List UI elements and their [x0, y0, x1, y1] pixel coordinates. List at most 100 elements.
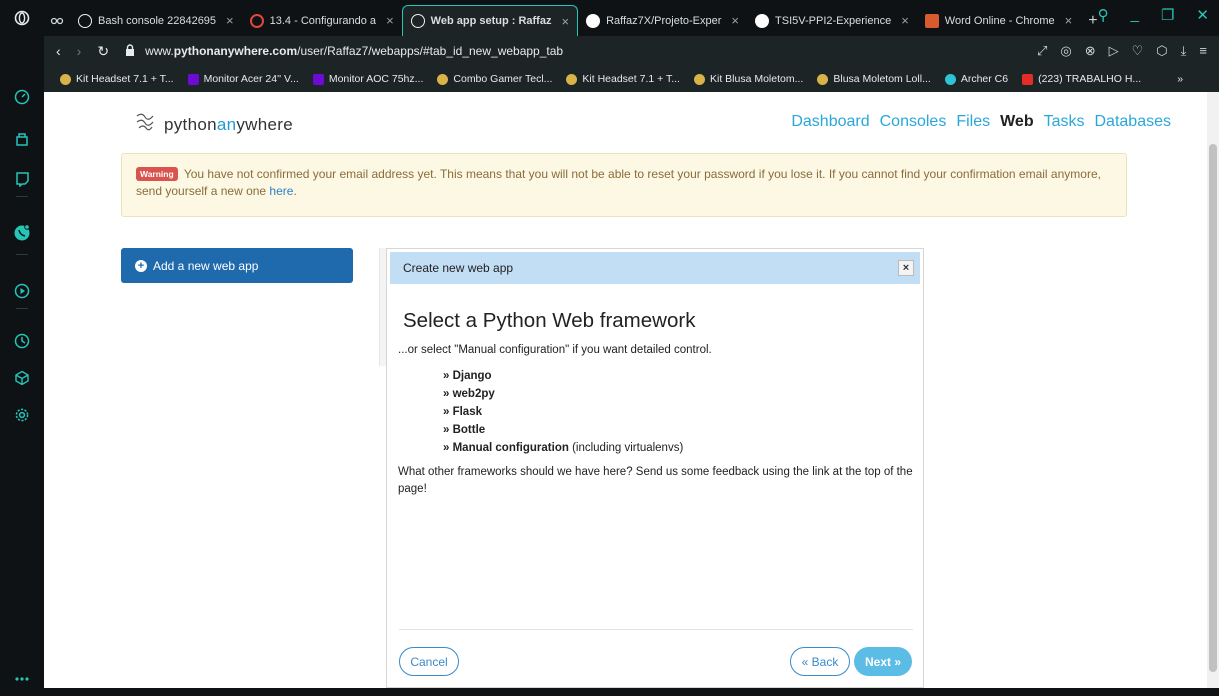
settings-gear-icon[interactable] [11, 404, 33, 426]
tab-bar: Bash console 22842695 × 13.4 - Configura… [44, 0, 1219, 36]
download-icon[interactable]: ⤓ [1181, 43, 1187, 59]
close-tab-icon[interactable]: × [561, 14, 569, 29]
camera-icon[interactable]: ◎ [1060, 43, 1071, 59]
easy-setup-icon[interactable]: ≡ [1199, 43, 1207, 59]
close-tab-icon[interactable]: × [226, 13, 234, 28]
tab-github-projeto[interactable]: Raffaz7X/Projeto-Exper × [578, 5, 747, 36]
adblock-icon[interactable]: ⊗ [1085, 43, 1096, 59]
tab-bash-console[interactable]: Bash console 22842695 × [70, 5, 242, 36]
page-scrollbar[interactable] [1207, 92, 1219, 688]
close-window-icon[interactable]: ✕ [1196, 6, 1209, 24]
close-tab-icon[interactable]: × [901, 13, 909, 28]
whatsapp-icon[interactable] [11, 222, 33, 244]
framework-option-django[interactable]: » Django [443, 367, 683, 385]
bookmark-item[interactable]: Archer C6 [944, 73, 1009, 85]
lock-icon [125, 43, 135, 59]
more-options-icon[interactable] [11, 668, 33, 690]
player-icon[interactable] [11, 280, 33, 302]
opera-sidebar [0, 0, 44, 696]
close-tab-icon[interactable]: × [1065, 13, 1073, 28]
minimize-icon[interactable]: _ [1131, 6, 1139, 24]
bookmark-favicon-icon [817, 73, 829, 85]
speed-dial-icon[interactable] [11, 86, 33, 108]
bookmarks-overflow-button[interactable]: » [1177, 73, 1183, 85]
feedback-text: What other frameworks should we have her… [398, 466, 913, 495]
bookmark-label: Archer C6 [960, 73, 1009, 85]
bookmarks-bar: Kit Headset 7.1 + T... Monitor Acer 24''… [44, 66, 1219, 92]
bookmark-label: Monitor Acer 24'' V... [203, 73, 299, 85]
next-button[interactable]: Next » [854, 647, 912, 676]
bookmark-favicon-icon [60, 73, 71, 85]
close-tab-icon[interactable]: × [731, 13, 739, 28]
tab-github-tsi5v[interactable]: TSI5V-PPI2-Experience × [747, 5, 917, 36]
back-button[interactable]: « Back [790, 647, 850, 676]
bookmark-favicon-icon [566, 73, 578, 85]
forward-arrow-icon[interactable]: › [77, 43, 82, 59]
twitch-icon[interactable] [11, 168, 33, 190]
cancel-button[interactable]: Cancel [399, 647, 459, 676]
framework-list: » Django » web2py » Flask » Bottle » Man… [443, 367, 683, 457]
add-new-web-app-button[interactable]: + Add a new web app [121, 248, 353, 283]
framework-option-manual[interactable]: » Manual configuration (including virtua… [443, 439, 683, 457]
bookmark-item[interactable]: Combo Gamer Tecl... [437, 73, 552, 85]
cube-icon[interactable]: ⬡ [1156, 43, 1167, 59]
restore-window-icon[interactable]: ❐ [1161, 6, 1174, 24]
tab-label: Raffaz7X/Projeto-Exper [606, 14, 722, 27]
cube-icon[interactable] [11, 367, 33, 389]
heart-icon[interactable]: ♡ [1132, 43, 1144, 59]
bookmark-item[interactable]: (223) TRABALHO H... [1022, 73, 1141, 85]
nav-dashboard[interactable]: Dashboard [791, 113, 869, 131]
scrollbar-thumb[interactable] [1209, 144, 1217, 672]
tab-label: TSI5V-PPI2-Experience [775, 14, 892, 27]
address-bar: ‹ › ↻ www.pythonanywhere.com/user/Raffaz… [44, 36, 1219, 66]
opera-logo-icon[interactable] [11, 7, 33, 29]
logo-text: pythonanywhere [164, 114, 293, 134]
bookmark-item[interactable]: Kit Blusa Moletom... [693, 73, 804, 85]
nav-databases[interactable]: Databases [1095, 113, 1172, 131]
create-web-app-dialog: Create new web app × Select a Python Web… [386, 248, 924, 688]
nav-tasks[interactable]: Tasks [1044, 113, 1085, 131]
nav-consoles[interactable]: Consoles [880, 113, 947, 131]
tab-label: Word Online - Chrome [944, 14, 1055, 27]
pythonanywhere-logo[interactable]: pythonanywhere [134, 112, 293, 137]
window-bottom-edge [44, 688, 1219, 696]
resend-confirmation-link[interactable]: here [269, 184, 293, 198]
close-tab-icon[interactable]: × [386, 13, 394, 28]
pythonanywhere-favicon-icon [78, 13, 92, 28]
nav-web[interactable]: Web [1000, 113, 1033, 131]
bag-icon[interactable] [11, 128, 33, 150]
bookmark-label: Kit Headset 7.1 + T... [76, 73, 174, 85]
tab-label: 13.4 - Configurando a [269, 14, 377, 27]
back-arrow-icon[interactable]: ‹ [56, 43, 61, 59]
address-bar-tools: ⤢ ◎ ⊗ ▷ ♡ ⬡ ⤓ ≡ [1037, 43, 1207, 59]
reload-icon[interactable]: ↻ [97, 43, 109, 60]
framework-subtitle: ...or select "Manual configuration" if y… [398, 344, 712, 356]
bookmark-item[interactable]: Kit Headset 7.1 + T... [60, 73, 174, 85]
bookmark-item[interactable]: Kit Headset 7.1 + T... [566, 73, 680, 85]
history-icon[interactable] [11, 330, 33, 352]
page-viewport: pythonanywhere Dashboard Consoles Files … [44, 92, 1213, 688]
bookmark-label: Monitor AOC 75hz... [328, 73, 424, 85]
nav-files[interactable]: Files [956, 113, 990, 131]
bookmark-item[interactable]: Blusa Moletom Loll... [817, 73, 931, 85]
tab-workspaces-icon[interactable] [44, 5, 70, 36]
bookmark-label: Combo Gamer Tecl... [453, 73, 553, 85]
bookmark-label: Kit Blusa Moletom... [709, 73, 804, 85]
tab-web-app-setup[interactable]: Web app setup : Raffaz × [401, 5, 579, 36]
bookmark-label: (223) TRABALHO H... [1038, 73, 1142, 85]
tab-word-online[interactable]: Word Online - Chrome × [917, 5, 1080, 36]
url-path: /user/Raffaz7/webapps/#tab_id_new_webapp… [297, 44, 564, 58]
search-tabs-icon[interactable]: ⚲ [1098, 6, 1109, 24]
snapshot-icon[interactable]: ⤢ [1037, 43, 1047, 59]
bookmark-favicon-icon [437, 73, 449, 85]
framework-option-bottle[interactable]: » Bottle [443, 421, 683, 439]
close-icon[interactable]: × [898, 260, 914, 276]
olx-favicon-icon [187, 73, 199, 85]
bookmark-item[interactable]: Monitor Acer 24'' V... [187, 73, 299, 85]
bookmark-item[interactable]: Monitor AOC 75hz... [312, 73, 424, 85]
tab-configurando[interactable]: 13.4 - Configurando a × [242, 5, 402, 36]
url-field[interactable]: www.pythonanywhere.com/user/Raffaz7/weba… [145, 44, 563, 58]
framework-option-flask[interactable]: » Flask [443, 403, 683, 421]
framework-option-web2py[interactable]: » web2py [443, 385, 683, 403]
send-icon[interactable]: ▷ [1109, 43, 1119, 59]
